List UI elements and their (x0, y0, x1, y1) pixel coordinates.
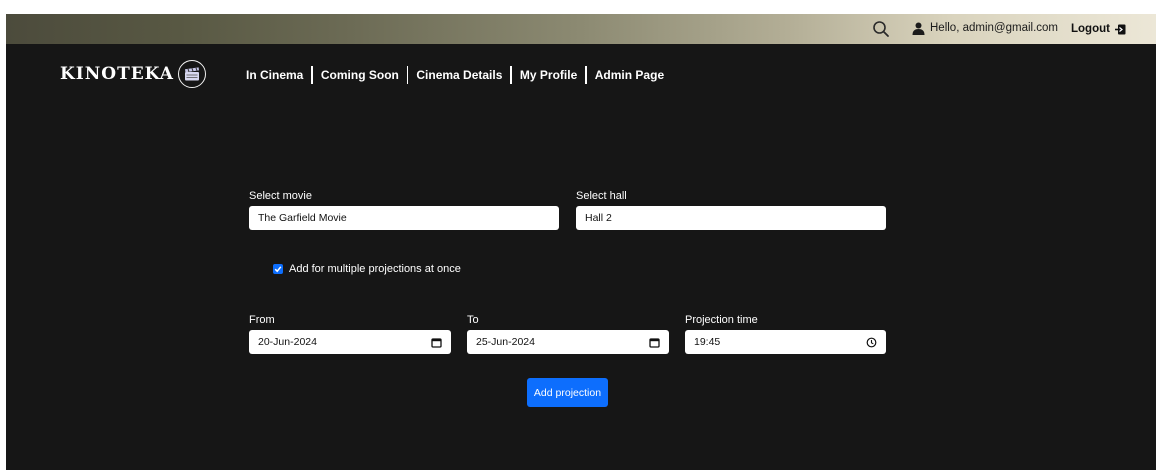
movie-select[interactable]: The Garfield Movie (249, 206, 559, 230)
from-date-input[interactable]: 20-Jun-2024 (249, 330, 451, 354)
projection-time-value: 19:45 (694, 336, 721, 348)
logout-icon (1114, 24, 1126, 35)
projection-time-input[interactable]: 19:45 (685, 330, 886, 354)
multiple-projections-label: Add for multiple projections at once (289, 263, 461, 275)
logout-label: Logout (1071, 23, 1110, 35)
to-date-input[interactable]: 25-Jun-2024 (467, 330, 669, 354)
main-nav: In Cinema Coming Soon Cinema Details My … (246, 66, 664, 84)
from-date-value: 20-Jun-2024 (258, 336, 317, 348)
select-movie-label: Select movie (249, 190, 312, 202)
add-projection-button[interactable]: Add projection (527, 378, 608, 407)
nav-item-my-profile[interactable]: My Profile (520, 68, 577, 82)
calendar-icon[interactable] (649, 337, 660, 348)
nav-item-admin-page[interactable]: Admin Page (595, 68, 664, 82)
user-greeting: Hello, admin@gmail.com (930, 22, 1058, 34)
nav-separator (406, 66, 409, 84)
projection-time-label: Projection time (685, 314, 758, 326)
top-bar: Hello, admin@gmail.com Logout (6, 14, 1156, 44)
nav-separator (311, 66, 313, 84)
hall-select-value: Hall 2 (585, 212, 612, 224)
to-label: To (467, 314, 479, 326)
nav-item-coming-soon[interactable]: Coming Soon (321, 68, 399, 82)
select-hall-label: Select hall (576, 190, 627, 202)
nav-separator (510, 66, 512, 84)
app-window: Hello, admin@gmail.com Logout KINOTEKA I… (6, 14, 1156, 470)
multiple-projections-checkbox[interactable] (273, 264, 283, 274)
movie-select-value: The Garfield Movie (258, 212, 347, 224)
multiple-projections-option: Add for multiple projections at once (273, 263, 461, 275)
user-icon (912, 22, 925, 35)
to-date-value: 25-Jun-2024 (476, 336, 535, 348)
clock-icon[interactable] (866, 337, 877, 348)
from-label: From (249, 314, 275, 326)
nav-separator (585, 66, 587, 84)
search-icon[interactable] (872, 20, 890, 38)
nav-item-cinema-details[interactable]: Cinema Details (416, 68, 502, 82)
hall-select[interactable]: Hall 2 (576, 206, 886, 230)
calendar-icon[interactable] (431, 337, 442, 348)
nav-item-in-cinema[interactable]: In Cinema (246, 68, 303, 82)
logo-text: KINOTEKA (60, 64, 174, 84)
clapperboard-icon (177, 60, 206, 88)
logout-button[interactable]: Logout (1071, 20, 1126, 38)
brand-logo[interactable]: KINOTEKA (60, 58, 206, 90)
